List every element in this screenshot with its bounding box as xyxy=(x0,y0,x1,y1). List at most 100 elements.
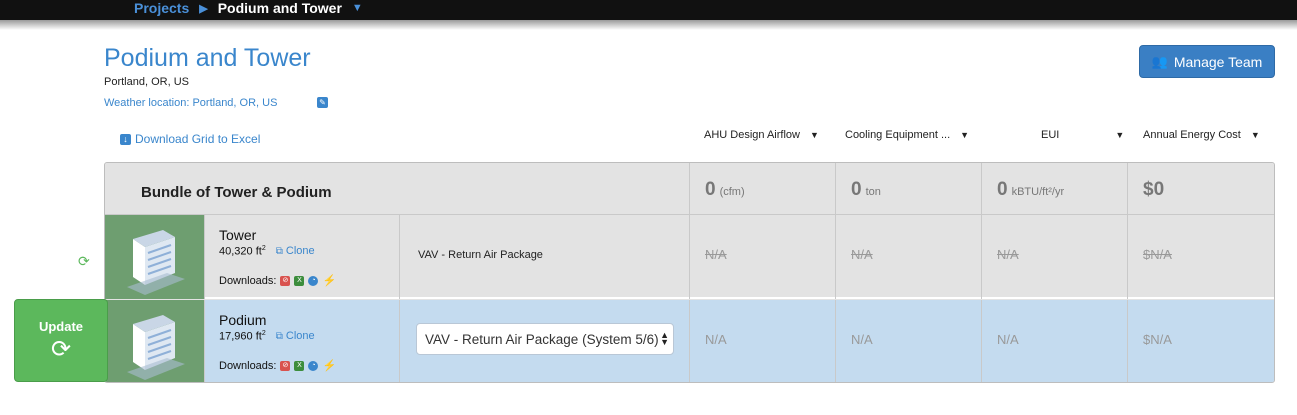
breadcrumb: Projects ▶ Podium and Tower ▼ xyxy=(134,0,363,16)
table-row-podium[interactable]: Podium 17,960 ft2 ⧉ Clone Downloads: ⊘ X … xyxy=(105,300,1274,382)
value-eui: N/A xyxy=(997,247,1019,262)
bundle-metric-airflow: 0 (cfm) xyxy=(705,179,745,201)
column-divider xyxy=(1127,300,1128,382)
bundle-name: Bundle of Tower & Podium xyxy=(141,184,332,201)
column-divider xyxy=(689,163,690,215)
area-value: 40,320 ft xyxy=(219,245,262,258)
building-area: 17,960 ft2 ⧉ Clone xyxy=(219,330,315,343)
chevron-down-icon: ▼ xyxy=(809,130,819,140)
value-cost: $N/A xyxy=(1143,247,1172,262)
gauge-download-icon[interactable]: ◔ xyxy=(308,360,319,371)
building-icon xyxy=(127,230,185,295)
downloads-label: Downloads: xyxy=(219,274,277,287)
excel-download-icon[interactable]: X xyxy=(294,360,305,371)
column-divider xyxy=(981,215,982,299)
column-divider xyxy=(835,163,836,215)
metric-value: 0 xyxy=(705,179,716,200)
chevron-down-icon: ▼ xyxy=(960,130,970,140)
column-divider xyxy=(689,215,690,299)
edit-weather-icon[interactable]: ✎ xyxy=(317,97,328,108)
breadcrumb-current: Podium and Tower xyxy=(217,0,342,16)
project-location: Portland, OR, US xyxy=(104,76,189,88)
results-grid: Bundle of Tower & Podium 0 (cfm) 0 ton 0… xyxy=(104,162,1275,383)
area-unit-exponent: 2 xyxy=(261,245,266,252)
building-name: Tower xyxy=(219,227,257,243)
system-type-select[interactable]: VAV - Return Air Package (System 5/6) ▲ ▼ xyxy=(416,323,674,355)
bundle-row: Bundle of Tower & Podium 0 (cfm) 0 ton 0… xyxy=(105,163,1274,215)
download-icon: ↓ xyxy=(120,133,131,145)
value-cooling: N/A xyxy=(851,247,873,262)
clone-link[interactable]: ⧉ Clone xyxy=(276,330,315,343)
column-select-cooling-equipment[interactable]: Cooling Equipment ... ▼ xyxy=(845,129,969,141)
column-divider xyxy=(399,300,400,382)
system-type: VAV - Return Air Package xyxy=(418,249,543,261)
pdf-download-icon[interactable]: ⊘ xyxy=(280,275,291,286)
pdf-download-icon[interactable]: ⊘ xyxy=(280,360,291,371)
column-select-annual-energy-cost[interactable]: Annual Energy Cost ▼ xyxy=(1143,129,1260,141)
column-divider xyxy=(689,300,690,382)
manage-team-button[interactable]: 👥 Manage Team xyxy=(1139,45,1275,78)
column-select-label: AHU Design Airflow xyxy=(704,129,800,141)
chevron-down-icon: ▼ xyxy=(1250,130,1260,140)
breadcrumb-projects-link[interactable]: Projects xyxy=(134,0,189,16)
weather-location-link[interactable]: Weather location: Portland, OR, US xyxy=(104,97,277,109)
update-button[interactable]: Update ⟳ xyxy=(14,299,108,382)
download-grid-label: Download Grid to Excel xyxy=(135,132,261,146)
column-select-label: Cooling Equipment ... xyxy=(845,129,951,141)
metric-unit: ton xyxy=(865,186,881,198)
metric-unit: (cfm) xyxy=(719,186,745,198)
column-select-label: EUI xyxy=(1041,129,1060,141)
value-airflow: N/A xyxy=(705,247,727,262)
building-thumbnail xyxy=(105,215,204,299)
area-unit-exponent: 2 xyxy=(261,330,266,337)
bundle-metric-cooling: 0 ton xyxy=(851,179,881,201)
refresh-icon[interactable]: ⟳ xyxy=(78,253,90,270)
gauge-download-icon[interactable]: ◔ xyxy=(308,275,319,286)
value-cooling: N/A xyxy=(851,332,873,347)
clone-label: Clone xyxy=(285,245,315,258)
metric-value: 0 xyxy=(997,179,1008,200)
area-value: 17,960 ft xyxy=(219,330,262,343)
column-select-ahu-airflow[interactable]: AHU Design Airflow ▼ xyxy=(704,129,819,141)
downloads-bar: Downloads: ⊘ X ◔ ⚡ xyxy=(219,274,336,288)
energy-download-icon[interactable]: ⚡ xyxy=(322,359,336,372)
column-select-eui[interactable]: EUI ▼ xyxy=(1041,129,1124,141)
top-bar-shadow xyxy=(0,20,1297,30)
select-updown-icon: ▲ ▼ xyxy=(658,330,669,347)
clone-icon: ⧉ xyxy=(275,330,283,342)
column-divider xyxy=(1127,163,1128,215)
manage-team-label: Manage Team xyxy=(1173,53,1263,70)
metric-unit: kBTU/ft²/yr xyxy=(1011,186,1065,198)
energy-download-icon[interactable]: ⚡ xyxy=(322,274,336,287)
metric-value: $0 xyxy=(1143,179,1165,200)
downloads-label: Downloads: xyxy=(219,359,277,372)
refresh-icon: ⟳ xyxy=(50,336,72,363)
column-divider xyxy=(835,215,836,299)
column-divider xyxy=(981,163,982,215)
building-name: Podium xyxy=(219,312,267,328)
update-label: Update xyxy=(38,319,84,334)
clone-icon: ⧉ xyxy=(275,245,283,257)
column-divider xyxy=(204,300,205,382)
chevron-down-icon: ▼ xyxy=(1115,130,1125,140)
value-cost: $N/A xyxy=(1143,332,1172,347)
column-divider xyxy=(835,300,836,382)
column-divider xyxy=(399,215,400,299)
column-divider xyxy=(981,300,982,382)
bundle-metric-eui: 0 kBTU/ft²/yr xyxy=(997,179,1064,201)
users-icon: 👥 xyxy=(1151,53,1168,69)
clone-link[interactable]: ⧉ Clone xyxy=(276,245,315,258)
project-dropdown-caret-icon[interactable]: ▼ xyxy=(352,2,363,14)
breadcrumb-separator-icon: ▶ xyxy=(199,2,208,15)
excel-download-icon[interactable]: X xyxy=(294,275,305,286)
building-icon xyxy=(127,315,185,380)
page-title: Podium and Tower xyxy=(104,44,311,72)
download-grid-link[interactable]: ↓ Download Grid to Excel xyxy=(120,132,260,146)
column-divider xyxy=(1127,215,1128,299)
column-divider xyxy=(204,215,205,299)
column-select-label: Annual Energy Cost xyxy=(1143,129,1241,141)
clone-label: Clone xyxy=(285,330,315,343)
table-row-tower[interactable]: Tower 40,320 ft2 ⧉ Clone Downloads: ⊘ X ◔… xyxy=(105,215,1274,299)
bundle-metric-cost: $0 xyxy=(1143,179,1168,201)
building-thumbnail xyxy=(105,300,204,382)
